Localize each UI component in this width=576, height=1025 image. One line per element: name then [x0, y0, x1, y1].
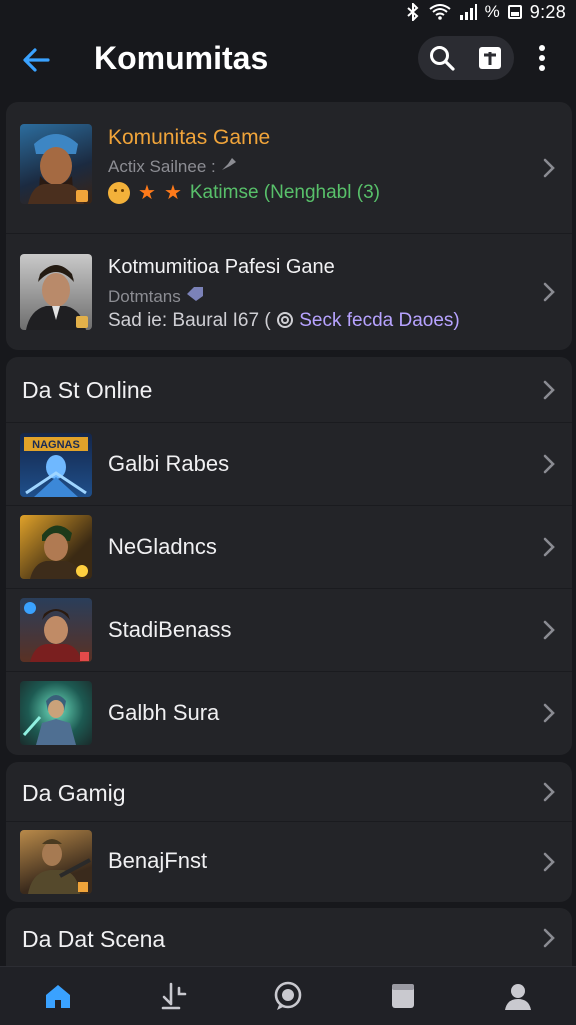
app-header: Komumitas [0, 28, 576, 92]
man-portrait-icon [24, 602, 89, 662]
game-thumbnail [20, 681, 92, 745]
chevron-right-icon [543, 620, 555, 640]
bluetooth-icon [406, 3, 419, 21]
online-section-card: Da St Online NAGNAS Galbi Rabes NeGladnc [6, 357, 572, 755]
star-icon: ★ [138, 182, 156, 204]
profile-icon [505, 984, 532, 1010]
emoji-icon [108, 181, 130, 204]
game-thumbnail [20, 598, 92, 662]
item-label: StadiBenass [108, 617, 232, 642]
nav-profile[interactable] [488, 967, 548, 1025]
list-item[interactable]: StadiBenass [6, 589, 572, 672]
add-icon [479, 47, 501, 69]
library-icon [392, 984, 415, 1008]
chevron-right-icon [543, 158, 555, 178]
featured-card: Komunitas Game Actix Sailnee : ★ ★ Katim… [6, 102, 572, 350]
section-title: Da Dat Scena [22, 926, 166, 952]
game-thumbnail [20, 254, 92, 330]
item-label: NeGladncs [108, 534, 217, 559]
warrior-portrait-icon [28, 134, 88, 204]
chevron-right-icon [543, 852, 555, 872]
featured-subtitle: Dotmtans [108, 286, 205, 307]
featured-title: Kotmumitioa Pafesi Gane [108, 256, 335, 278]
list-item[interactable]: NAGNAS Galbi Rabes [6, 423, 572, 506]
list-item[interactable]: BenajFnst [6, 822, 572, 902]
download-icon [161, 982, 187, 1010]
game-thumbnail [20, 124, 92, 204]
section-header-dat[interactable]: Da Dat Scena [6, 908, 572, 968]
gaming-section-card: Da Gamig BenajFnst [6, 762, 572, 902]
star-icon: ★ [163, 182, 182, 204]
game-thumbnail [20, 515, 92, 579]
search-button[interactable] [422, 38, 462, 78]
page-title: Komumitas [94, 40, 269, 76]
svg-text:NAGNAS: NAGNAS [32, 439, 80, 451]
featured-item[interactable]: Kotmumitioa Pafesi Gane Dotmtans Sad ie:… [6, 234, 572, 350]
nav-library[interactable] [373, 967, 433, 1025]
tag-icon [187, 287, 204, 301]
nav-home[interactable] [28, 967, 88, 1025]
robot-art-icon: NAGNAS [24, 437, 88, 497]
chevron-right-icon [543, 928, 555, 948]
more-vert-icon [539, 45, 545, 71]
chevron-right-icon [543, 537, 555, 557]
item-label: BenajFnst [108, 848, 208, 873]
soldier-art-icon [28, 839, 91, 894]
battery-icon [507, 5, 522, 19]
featured-meta: Sad ie: Baural I67 ( Seck fecda Daoes) [108, 310, 460, 331]
knight-art-icon [22, 695, 76, 745]
game-thumbnail [20, 830, 92, 894]
featured-rating: ★ ★ Katimse (Nenghabl (3) [108, 180, 380, 205]
status-time: 9:28 [529, 1, 566, 22]
signal-icon [459, 4, 477, 20]
section-header-online[interactable]: Da St Online [6, 357, 572, 423]
back-button[interactable] [18, 42, 54, 78]
chevron-right-icon [543, 380, 555, 400]
featured-title: Komunitas Game [108, 126, 271, 149]
pin-icon [222, 158, 237, 170]
nav-chat[interactable] [258, 967, 318, 1025]
man-portrait-icon [26, 265, 88, 330]
nav-download[interactable] [143, 967, 203, 1025]
item-label: Galbh Sura [108, 700, 220, 725]
section-title: Da St Online [22, 377, 153, 403]
header-actions [418, 36, 514, 80]
chevron-right-icon [543, 282, 555, 302]
chat-icon [274, 981, 302, 1010]
rating-text: Katimse (Nenghabl (3) [189, 181, 380, 203]
spiral-icon [276, 312, 293, 328]
add-button[interactable] [470, 38, 510, 78]
chevron-right-icon [543, 454, 555, 474]
battery-percent: % [484, 2, 500, 21]
list-item[interactable]: Galbh Sura [6, 672, 572, 755]
bottom-navigation [0, 966, 576, 1025]
list-item[interactable]: NeGladncs [6, 506, 572, 589]
section-title: Da Gamig [22, 780, 126, 806]
more-button[interactable] [526, 38, 558, 78]
wifi-icon [429, 4, 451, 20]
featured-subtitle: Actix Sailnee : [108, 156, 238, 177]
hero-portrait-icon [30, 525, 88, 579]
game-thumbnail: NAGNAS [20, 433, 92, 497]
home-icon [45, 985, 70, 1008]
back-arrow-icon [23, 48, 50, 72]
section-header-gaming[interactable]: Da Gamig [6, 762, 572, 822]
featured-item[interactable]: Komunitas Game Actix Sailnee : ★ ★ Katim… [6, 102, 572, 234]
chevron-right-icon [543, 703, 555, 723]
chevron-right-icon [543, 782, 555, 802]
item-label: Galbi Rabes [108, 451, 230, 476]
status-bar: % 9:28 [0, 0, 576, 24]
search-icon [430, 46, 455, 71]
